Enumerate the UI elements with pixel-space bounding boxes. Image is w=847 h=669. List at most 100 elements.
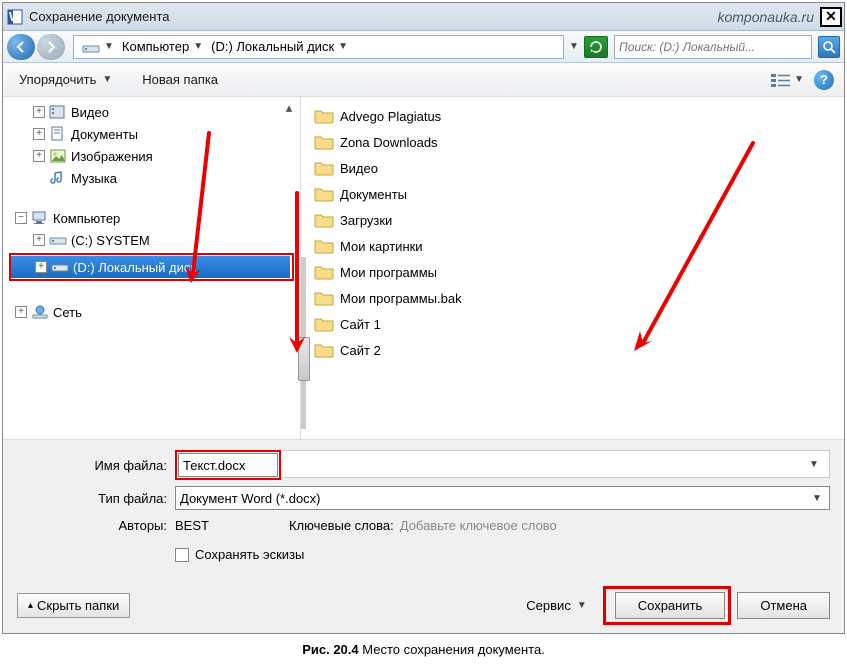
tree-label: Компьютер	[53, 211, 120, 226]
file-name: Видео	[340, 161, 378, 176]
search-button[interactable]	[818, 36, 840, 58]
thumbnails-checkbox[interactable]	[175, 548, 189, 562]
hide-folders-button[interactable]: ▴ Скрыть папки	[17, 593, 130, 618]
search-input[interactable]	[619, 40, 807, 54]
svg-text:W: W	[9, 9, 22, 24]
tree-label: (D:) Локальный диск	[73, 260, 196, 275]
breadcrumb-drive-label: (D:) Локальный диск	[211, 39, 334, 54]
tree-item-video[interactable]: + Видео	[3, 101, 300, 123]
file-name: Мои картинки	[340, 239, 423, 254]
nav-back-button[interactable]	[7, 34, 35, 60]
tree-item-pictures[interactable]: + Изображения	[3, 145, 300, 167]
figure-caption: Рис. 20.4 Место сохранения документа.	[0, 636, 847, 659]
tree-label: Видео	[71, 105, 109, 120]
tree-item-computer[interactable]: − Компьютер	[3, 207, 300, 229]
file-name: Документы	[340, 187, 407, 202]
music-icon	[49, 170, 67, 186]
hide-folders-label: Скрыть папки	[37, 598, 119, 613]
list-item[interactable]: Сайт 1	[310, 311, 840, 337]
authors-value[interactable]: BEST	[175, 518, 209, 533]
help-button[interactable]: ?	[814, 70, 834, 90]
tree-item-documents[interactable]: + Документы	[3, 123, 300, 145]
tree-item-music[interactable]: Музыка	[3, 167, 300, 189]
expand-icon[interactable]: +	[33, 128, 45, 140]
filetype-label: Тип файла:	[17, 491, 167, 506]
keywords-label: Ключевые слова:	[289, 518, 394, 533]
save-button[interactable]: Сохранить	[615, 592, 726, 619]
cancel-button[interactable]: Отмена	[737, 592, 830, 619]
expand-icon[interactable]: +	[15, 306, 27, 318]
tree-label: Изображения	[71, 149, 153, 164]
list-item[interactable]: Документы	[310, 181, 840, 207]
word-doc-icon: W	[7, 9, 23, 25]
chevron-down-icon[interactable]: ▼	[809, 459, 825, 470]
dialog-title: Сохранение документа	[29, 9, 717, 24]
refresh-button[interactable]	[584, 36, 608, 58]
search-input-box[interactable]	[614, 35, 812, 59]
tree-item-drive-d[interactable]: + (D:) Локальный диск	[11, 256, 290, 278]
breadcrumb-drive-icon[interactable]: ▼	[78, 36, 118, 58]
tree-item-drive-c[interactable]: +(C:) SYSTEM	[3, 229, 300, 251]
thumbnails-label: Сохранять эскизы	[195, 547, 304, 562]
file-list[interactable]: Advego Plagiatus Zona Downloads Видео Докум…	[306, 97, 844, 439]
expand-icon[interactable]: +	[33, 106, 45, 118]
chevron-down-icon: ▼	[102, 74, 112, 85]
authors-label: Авторы:	[17, 518, 167, 533]
list-item[interactable]: Мои программы	[310, 259, 840, 285]
folder-icon	[314, 212, 334, 228]
keywords-placeholder[interactable]: Добавьте ключевое слово	[400, 518, 557, 533]
list-item[interactable]: Видео	[310, 155, 840, 181]
expand-icon[interactable]: +	[33, 150, 45, 162]
drive-icon	[51, 259, 69, 275]
breadcrumb[interactable]: ▼ Компьютер ▼ (D:) Локальный диск ▼	[73, 35, 564, 59]
filetype-combo[interactable]: Документ Word (*.docx) ▼	[175, 486, 830, 510]
scroll-up-icon[interactable]: ▴	[282, 99, 296, 117]
collapse-icon[interactable]: −	[15, 212, 27, 224]
tree-label: Музыка	[71, 171, 117, 186]
new-folder-button[interactable]: Новая папка	[136, 68, 224, 91]
chevron-down-icon: ▼	[794, 74, 804, 85]
history-dropdown[interactable]: ▼	[566, 36, 582, 58]
chevron-down-icon: ▼	[104, 41, 114, 52]
list-item[interactable]: Zona Downloads	[310, 129, 840, 155]
watermark-text: komponauka.ru	[717, 9, 814, 25]
tree-label: Документы	[71, 127, 138, 142]
file-name: Advego Plagiatus	[340, 109, 441, 124]
computer-icon	[31, 210, 49, 226]
documents-icon	[49, 126, 67, 142]
file-name: Zona Downloads	[340, 135, 438, 150]
view-mode-button[interactable]: ▼	[768, 70, 806, 90]
list-item[interactable]: Advego Plagiatus	[310, 103, 840, 129]
folder-icon	[314, 264, 334, 280]
folder-icon	[314, 316, 334, 332]
close-button[interactable]: ✕	[820, 7, 842, 27]
list-item[interactable]: Сайт 2	[310, 337, 840, 363]
nav-forward-button[interactable]	[37, 34, 65, 60]
list-item[interactable]: Мои программы.bak	[310, 285, 840, 311]
folder-icon	[314, 238, 334, 254]
chevron-down-icon[interactable]: ▼	[809, 493, 825, 504]
service-menu[interactable]: Сервис ▼	[526, 598, 586, 613]
chevron-down-icon: ▼	[338, 41, 348, 52]
file-name: Сайт 1	[340, 317, 381, 332]
breadcrumb-computer-label: Компьютер	[122, 39, 189, 54]
folder-icon	[314, 108, 334, 124]
filename-combo-extension[interactable]: ▼	[283, 450, 830, 478]
list-item[interactable]: Загрузки	[310, 207, 840, 233]
expand-icon[interactable]: +	[33, 234, 45, 246]
service-label: Сервис	[526, 598, 571, 613]
list-item[interactable]: Мои картинки	[310, 233, 840, 259]
folder-icon	[314, 160, 334, 176]
network-icon	[31, 304, 49, 320]
folder-tree[interactable]: ▴ +Видео +Документы +Изображения Музыка …	[3, 97, 301, 439]
organize-button[interactable]: Упорядочить ▼	[13, 68, 118, 91]
breadcrumb-computer[interactable]: Компьютер ▼	[118, 36, 207, 58]
folder-icon	[314, 290, 334, 306]
tree-item-network[interactable]: +Сеть	[3, 301, 300, 323]
folder-icon	[314, 342, 334, 358]
filetype-value: Документ Word (*.docx)	[180, 491, 321, 506]
video-icon	[49, 104, 67, 120]
expand-icon[interactable]: +	[35, 261, 47, 273]
breadcrumb-drive[interactable]: (D:) Локальный диск ▼	[207, 36, 352, 58]
file-name: Мои программы.bak	[340, 291, 462, 306]
